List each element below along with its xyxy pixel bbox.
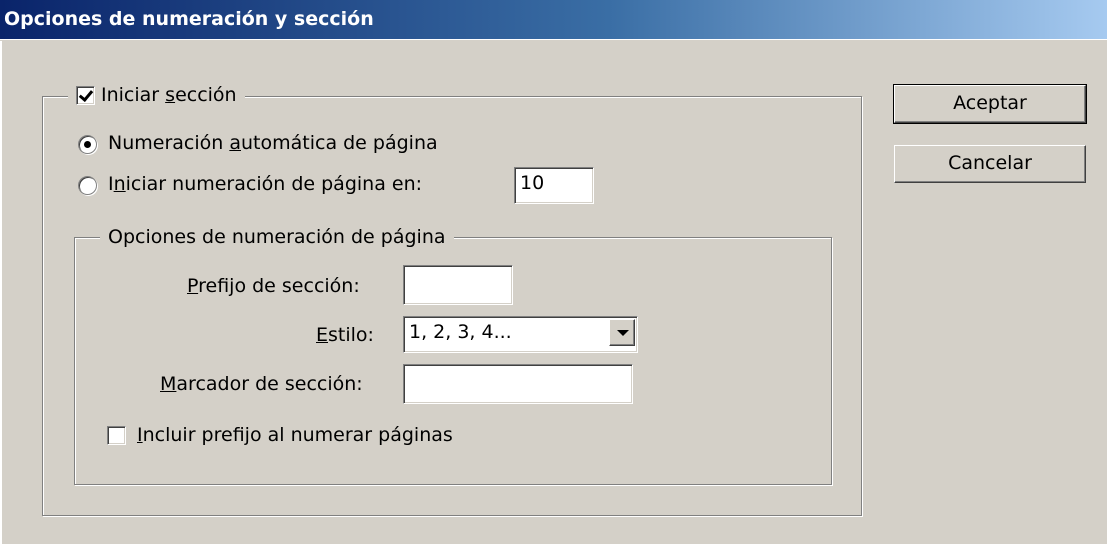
auto-numbering-label: Numeración automática de página bbox=[108, 132, 438, 154]
start-numbering-label: Iniciar numeración de página en: bbox=[108, 173, 423, 195]
start-section-label: Iniciar sección bbox=[101, 84, 237, 106]
include-prefix-label: Incluir prefijo al numerar páginas bbox=[137, 424, 453, 446]
section-prefix-input[interactable] bbox=[403, 265, 513, 305]
start-section-check[interactable] bbox=[76, 85, 95, 105]
numbering-options-legend: Opciones de numeración de página bbox=[100, 226, 454, 248]
style-label: Estilo: bbox=[316, 324, 374, 346]
style-select[interactable]: 1, 2, 3, 4... bbox=[403, 316, 638, 353]
section-prefix-label: Prefijo de sección: bbox=[187, 275, 360, 297]
start-numbering-radio[interactable] bbox=[78, 176, 97, 195]
include-prefix-checkbox[interactable] bbox=[107, 426, 126, 445]
style-select-value: 1, 2, 3, 4... bbox=[409, 321, 512, 343]
start-page-input[interactable]: 10 bbox=[514, 167, 594, 204]
auto-numbering-radio[interactable] bbox=[78, 135, 97, 154]
cancel-button[interactable]: Cancelar bbox=[894, 145, 1086, 183]
section-marker-input[interactable] bbox=[403, 364, 633, 404]
title-bar[interactable]: Opciones de numeración y sección bbox=[0, 0, 1107, 40]
chevron-down-icon[interactable] bbox=[609, 319, 635, 346]
ok-button[interactable]: Aceptar bbox=[893, 84, 1087, 124]
numbering-options-title: Opciones de numeración de página bbox=[108, 226, 446, 248]
window-title: Opciones de numeración y sección bbox=[4, 8, 374, 30]
start-section-checkbox[interactable]: Iniciar sección bbox=[68, 84, 245, 106]
section-marker-label: Marcador de sección: bbox=[160, 373, 363, 395]
